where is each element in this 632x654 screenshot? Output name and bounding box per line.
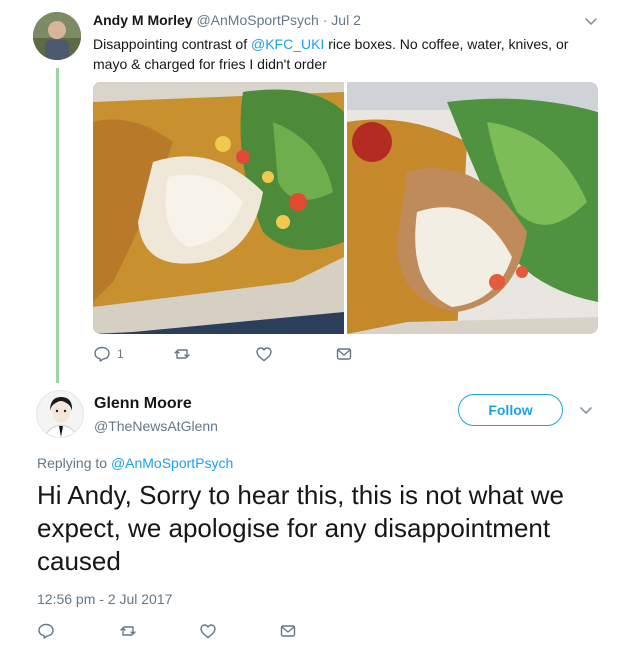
like-icon[interactable] xyxy=(199,622,217,640)
retweet-action[interactable] xyxy=(173,345,191,363)
reply-action[interactable] xyxy=(37,622,55,640)
reply-icon[interactable] xyxy=(93,345,111,363)
tweet-text: Disappointing contrast of @KFC_UKI rice … xyxy=(93,34,603,74)
mention-link[interactable]: @KFC_UKI xyxy=(251,36,324,52)
avatar[interactable] xyxy=(36,390,84,438)
reply-action[interactable]: 1 xyxy=(93,345,124,363)
tweet-media[interactable] xyxy=(93,82,598,334)
replying-to-label: Replying to xyxy=(37,455,111,471)
reply-text: Hi Andy, Sorry to hear this, this is not… xyxy=(37,480,564,576)
thread-line xyxy=(56,68,59,383)
separator-dot: · xyxy=(322,12,328,28)
chevron-down-icon[interactable] xyxy=(578,402,594,418)
handle[interactable]: @AnMoSportPsych xyxy=(196,12,318,28)
chevron-down-icon[interactable] xyxy=(583,13,599,29)
tweet-actions: 1 xyxy=(93,343,393,367)
dm-action[interactable] xyxy=(279,622,297,640)
mention-link[interactable]: @AnMoSportPsych xyxy=(111,455,233,471)
display-name[interactable]: Andy M Morley xyxy=(93,12,193,28)
dm-icon[interactable] xyxy=(335,345,353,363)
reply-actions xyxy=(37,622,337,644)
tweet-header: Andy M Morley @AnMoSportPsych · Jul 2 xyxy=(93,12,361,28)
dm-icon[interactable] xyxy=(279,622,297,640)
replying-to: Replying to @AnMoSportPsych xyxy=(37,455,233,471)
display-name[interactable]: Glenn Moore xyxy=(94,395,192,413)
photo-right[interactable] xyxy=(347,82,598,334)
dm-action[interactable] xyxy=(335,345,353,363)
timestamp[interactable]: 12:56 pm - 2 Jul 2017 xyxy=(37,591,172,607)
reply-count: 1 xyxy=(117,347,124,361)
handle[interactable]: @TheNewsAtGlenn xyxy=(94,418,218,434)
like-action[interactable] xyxy=(199,622,217,640)
parent-tweet[interactable]: Andy M Morley @AnMoSportPsych · Jul 2 Di… xyxy=(0,0,632,383)
photo-left[interactable] xyxy=(93,82,344,334)
follow-button[interactable]: Follow xyxy=(458,394,563,426)
tweet-date[interactable]: Jul 2 xyxy=(331,12,361,28)
avatar[interactable] xyxy=(33,12,81,60)
reply-icon[interactable] xyxy=(37,622,55,640)
like-icon[interactable] xyxy=(255,345,273,363)
tweet-text-part: Disappointing contrast of xyxy=(93,36,251,52)
like-action[interactable] xyxy=(255,345,273,363)
retweet-icon[interactable] xyxy=(119,622,137,640)
retweet-icon[interactable] xyxy=(173,345,191,363)
retweet-action[interactable] xyxy=(119,622,137,640)
